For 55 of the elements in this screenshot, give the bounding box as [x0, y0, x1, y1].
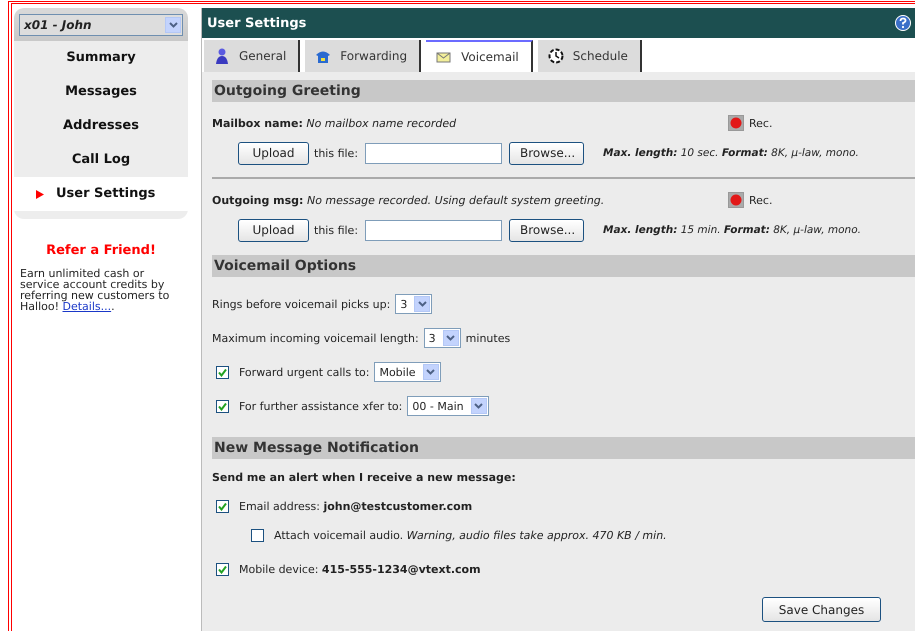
option-label: For further assistance xfer to:: [239, 400, 402, 412]
dropdown[interactable]: 3: [395, 294, 432, 314]
dropdown[interactable]: Mobile: [374, 362, 441, 382]
tab[interactable]: General: [204, 40, 300, 72]
section-heading: Voicemail Options: [212, 255, 915, 277]
notification-intro: Send me an alert when I receive a new message:: [212, 471, 517, 484]
record-label: Rec.: [749, 194, 772, 206]
details-link[interactable]: Details...: [62, 300, 112, 313]
dropdown[interactable]: 00 - Main: [407, 396, 489, 416]
clock-icon: [548, 48, 564, 64]
section-heading: New Message Notification: [212, 437, 915, 459]
promo-text: Earn unlimited cash or service account credits by referring new customers to Halloo! Details....: [20, 268, 170, 312]
recording-status: Mailbox name: No mailbox name recorded: [212, 116, 458, 130]
nav-item[interactable]: Summary: [14, 41, 188, 75]
upload-button[interactable]: Upload: [238, 142, 309, 164]
file-input-field[interactable]: [365, 220, 502, 240]
help-icon[interactable]: [895, 15, 911, 31]
account-dropdown[interactable]: x01 - John: [19, 14, 183, 36]
panel-title: User Settings: [207, 16, 306, 30]
nav-item-highlight[interactable]: User Settings: [14, 177, 188, 211]
unit-label: minutes: [466, 332, 510, 344]
dropdown[interactable]: 3: [424, 328, 461, 348]
nav-item[interactable]: Call Log: [14, 143, 188, 177]
checkbox-label: Mobile device: 415-555-1234@vtext.com: [239, 563, 481, 576]
checkbox[interactable]: [216, 400, 229, 412]
file-input-field[interactable]: [365, 142, 502, 164]
upload-limits: Max. length: 15 min. Format: 8K, µ-law, mono.: [603, 224, 861, 236]
browse-button[interactable]: Browse...: [509, 142, 584, 164]
record-label: Rec.: [749, 116, 772, 130]
promo-title: Refer a Friend!: [45, 243, 157, 258]
recording-status: Outgoing msg: No message recorded. Using default system greeting.: [212, 194, 606, 206]
browse-button[interactable]: Browse...: [509, 218, 584, 242]
tab[interactable]: Schedule: [538, 40, 642, 72]
save-button[interactable]: Save Changes: [762, 597, 881, 622]
upload-limits: Max. length: 10 sec. Format: 8K, µ-law, mono.: [603, 147, 859, 159]
field-label: this file:: [314, 146, 358, 160]
nav-item[interactable]: Addresses: [14, 109, 188, 143]
checkbox[interactable]: [251, 528, 264, 542]
field-label: this file:: [314, 224, 358, 236]
option-label: Rings before voicemail picks up:: [212, 298, 390, 310]
nav-item[interactable]: User Settings: [56, 177, 156, 211]
tab[interactable]: Voicemail: [426, 40, 533, 72]
option-label: Forward urgent calls to:: [239, 366, 370, 378]
option-label: Maximum incoming voicemail length:: [212, 332, 419, 344]
checkbox[interactable]: [216, 366, 229, 378]
nav-item[interactable]: Messages: [14, 75, 188, 109]
checkbox[interactable]: [216, 563, 229, 576]
upload-button[interactable]: Upload: [238, 218, 309, 242]
checkbox-label: Attach voicemail audio. Warning, audio files take approx. 470 KB / min.: [274, 528, 667, 542]
section-heading: Outgoing Greeting: [212, 80, 915, 102]
checkbox-label: Email address: john@testcustomer.com: [239, 500, 472, 513]
person-icon: [214, 48, 230, 64]
current-arrow-icon: [36, 190, 44, 198]
tab[interactable]: Forwarding: [305, 40, 422, 72]
checkbox[interactable]: [216, 500, 229, 513]
